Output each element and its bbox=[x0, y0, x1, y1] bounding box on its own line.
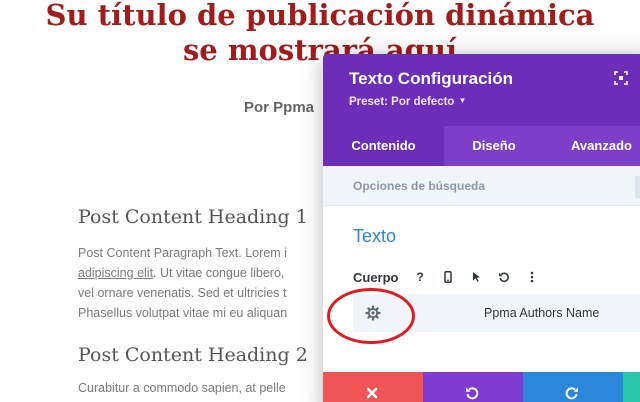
paragraph-text: . Ut vitae congue libero, bbox=[153, 266, 285, 280]
redo-button[interactable] bbox=[523, 372, 623, 402]
close-icon bbox=[366, 387, 378, 399]
cursor-icon[interactable] bbox=[466, 267, 486, 287]
expand-icon[interactable] bbox=[614, 71, 628, 85]
tab-avanzado[interactable]: Avanzado bbox=[544, 126, 640, 166]
paragraph-link[interactable]: adipiscing elit bbox=[78, 266, 153, 280]
options-search-bar bbox=[323, 166, 640, 206]
modal-title: Texto Configuración bbox=[349, 69, 514, 88]
paragraph-line: vel ornare venenatis. Sed et ultricies t bbox=[78, 286, 287, 300]
paragraph-line: Post Content Paragraph Text. Lorem i bbox=[78, 246, 287, 260]
paragraph-line: adipiscing elit. Ut vitae congue libero, bbox=[78, 263, 328, 283]
preset-label: Preset: Por defecto bbox=[349, 96, 455, 108]
dynamic-content-name: Ppma Authors Name bbox=[484, 306, 600, 320]
preset-dropdown[interactable]: Preset: Por defecto ▼ bbox=[349, 96, 466, 108]
post-content-paragraph-1: Post Content Paragraph Text. Lorem i adi… bbox=[78, 243, 328, 323]
text-settings-modal: Texto Configuración Preset: Por defecto ▼… bbox=[323, 54, 640, 402]
post-content-heading-2: Post Content Heading 2 bbox=[78, 344, 308, 366]
post-content-paragraph-2: Curabitur a commodo sapien, at pelle bbox=[78, 378, 328, 398]
field-label-cuerpo: Cuerpo bbox=[353, 270, 399, 285]
tab-diseno[interactable]: Diseño bbox=[444, 126, 544, 166]
annotation-circle bbox=[327, 288, 415, 344]
filter-button[interactable] bbox=[635, 176, 640, 198]
modal-tabs: Contenido Diseño Avanzado bbox=[323, 126, 640, 166]
help-icon[interactable]: ? bbox=[410, 267, 430, 287]
modal-header[interactable]: Texto Configuración Preset: Por defecto ▼ bbox=[323, 54, 640, 126]
undo-button[interactable] bbox=[423, 372, 523, 402]
cancel-button[interactable] bbox=[323, 372, 423, 402]
paragraph-line: Curabitur a commodo sapien, at pelle bbox=[78, 381, 286, 395]
reset-icon[interactable] bbox=[494, 267, 514, 287]
options-search-input[interactable] bbox=[323, 166, 633, 205]
modal-footer bbox=[323, 372, 640, 402]
section-title-texto[interactable]: Texto bbox=[353, 226, 396, 247]
more-icon[interactable] bbox=[522, 267, 542, 287]
paragraph-line: Phasellus volutpat vitae mi eu aliquan bbox=[78, 306, 288, 320]
redo-icon bbox=[565, 387, 578, 400]
save-button[interactable] bbox=[623, 372, 640, 402]
tab-contenido[interactable]: Contenido bbox=[323, 126, 444, 166]
post-content-heading-1: Post Content Heading 1 bbox=[78, 206, 308, 228]
post-byline: Por Ppma bbox=[244, 99, 315, 116]
undo-icon bbox=[466, 387, 479, 400]
phone-icon[interactable] bbox=[438, 267, 458, 287]
chevron-down-icon: ▼ bbox=[458, 96, 467, 105]
